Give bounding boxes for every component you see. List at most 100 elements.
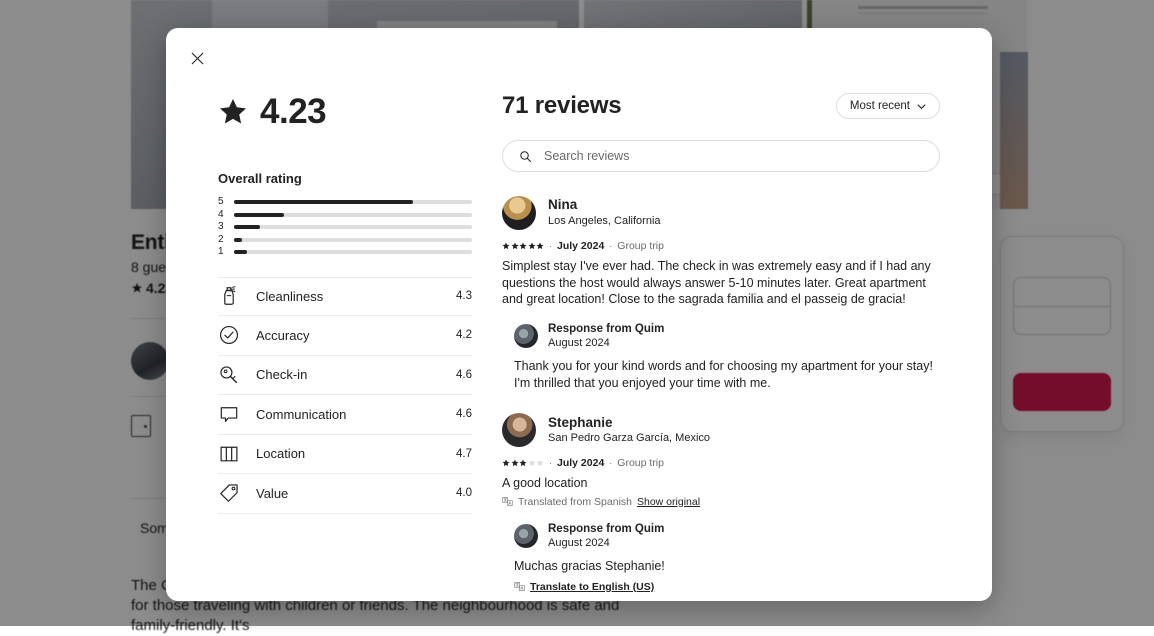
rating-bar-fill: [234, 238, 242, 242]
rating-distribution-bars: 54 3 2 1: [218, 196, 472, 259]
rating-bar-star-label: 4: [218, 210, 226, 220]
review-date: July 2024: [557, 457, 604, 469]
show-original-link[interactable]: Show original: [637, 496, 700, 508]
review-trip-type: Group trip: [617, 457, 664, 469]
star-icon: [536, 459, 544, 467]
host-response-text: Thank you for your kind words and for ch…: [514, 358, 940, 391]
category-rating-row: Check-in4.6: [218, 356, 472, 396]
search-reviews-field[interactable]: [502, 140, 940, 172]
category-rating-row: Value4.0: [218, 474, 472, 514]
rating-bar-row: 5: [218, 196, 472, 209]
category-rating-value: 4.7: [456, 448, 472, 460]
category-rating-name: Location: [256, 446, 456, 461]
reviewer-name: Nina: [548, 197, 661, 214]
translate-to-english-link[interactable]: Translate to English (US): [530, 581, 654, 593]
star-icon: [502, 459, 510, 467]
host-response-date: August 2024: [548, 536, 664, 550]
rating-bar-row: 2: [218, 234, 472, 247]
translate-icon: [502, 496, 513, 507]
chat-bubble-icon: [218, 403, 240, 425]
reviews-panel: 71 reviews Most recent NinaLos Angeles, …: [496, 80, 992, 601]
spray-bottle-icon: [218, 285, 240, 307]
translation-note-text: Translated from Spanish: [518, 496, 632, 508]
rating-bar-star-label: 3: [218, 222, 226, 232]
category-rating-value: 4.2: [456, 329, 472, 341]
host-avatar: [514, 324, 538, 348]
host-response: Response from QuimAugust 2024Muchas grac…: [514, 522, 940, 593]
check-circle-icon: [218, 324, 240, 346]
category-rating-row: Communication4.6: [218, 395, 472, 435]
reviews-modal: 4.23 Overall rating 54321 Cleanliness4.3…: [166, 28, 992, 601]
key-icon: [218, 364, 240, 386]
rating-bar-fill: [234, 250, 247, 254]
review-text: A good location: [502, 475, 932, 492]
rating-bar-fill: [234, 200, 413, 204]
overall-score-value: 4.23: [260, 94, 326, 129]
rating-bar-track: [234, 225, 472, 229]
star-icon: [511, 242, 519, 250]
chevron-down-icon: [917, 102, 926, 111]
category-rating-value: 4.6: [456, 369, 472, 381]
host-response-title: Response from Quim: [548, 522, 664, 536]
rating-bar-fill: [234, 225, 260, 229]
search-icon: [519, 150, 532, 163]
reviews-count: 71 reviews: [502, 92, 621, 120]
sort-dropdown-label: Most recent: [850, 100, 910, 112]
star-rating: [502, 242, 544, 250]
host-response-header: Response from QuimAugust 2024: [514, 322, 940, 351]
reviewer-location: Los Angeles, California: [548, 214, 661, 228]
rating-bar-track: [234, 213, 472, 217]
host-avatar: [514, 524, 538, 548]
category-rating-row: Location4.7: [218, 435, 472, 475]
star-icon: [502, 242, 510, 250]
reviewer-avatar: [502, 196, 536, 230]
host-response-title: Response from Quim: [548, 322, 664, 336]
review-meta: ·July 2024·Group trip: [502, 240, 940, 252]
review-item: StephanieSan Pedro Garza García, Mexico ·…: [502, 413, 940, 593]
translate-icon: [514, 581, 525, 592]
rating-bar-row: 4: [218, 209, 472, 222]
review-item: NinaLos Angeles, California·July 2024·Gr…: [502, 196, 940, 391]
reviewer-row: NinaLos Angeles, California: [502, 196, 940, 230]
host-response-date: August 2024: [548, 336, 664, 350]
meta-separator: ·: [549, 458, 552, 468]
close-icon: [191, 52, 204, 65]
rating-bar-row: 1: [218, 246, 472, 259]
star-icon: [218, 97, 248, 127]
category-ratings-list: Cleanliness4.3Accuracy4.2Check-in4.6Comm…: [218, 277, 472, 514]
rating-bar-row: 3: [218, 221, 472, 234]
close-button[interactable]: [182, 43, 212, 73]
search-input[interactable]: [542, 148, 923, 164]
host-response-header: Response from QuimAugust 2024: [514, 522, 940, 551]
rating-bar-star-label: 1: [218, 247, 226, 257]
category-rating-name: Check-in: [256, 367, 456, 382]
reviewer-row: StephanieSan Pedro Garza García, Mexico: [502, 413, 940, 447]
sort-dropdown-button[interactable]: Most recent: [836, 93, 940, 119]
rating-bar-star-label: 2: [218, 235, 226, 245]
rating-bar-track: [234, 238, 472, 242]
star-rating: [502, 459, 544, 467]
review-date: July 2024: [557, 240, 604, 252]
reviewer-avatar: [502, 413, 536, 447]
category-rating-name: Communication: [256, 407, 456, 422]
overall-rating-label: Overall rating: [218, 171, 472, 186]
tag-icon: [218, 482, 240, 504]
rating-bar-fill: [234, 213, 284, 217]
star-icon: [528, 459, 536, 467]
category-rating-value: 4.6: [456, 408, 472, 420]
translate-action[interactable]: Translate to English (US): [514, 581, 940, 593]
category-rating-row: Accuracy4.2: [218, 316, 472, 356]
review-text: Simplest stay I've ever had. The check i…: [502, 258, 932, 308]
category-rating-name: Accuracy: [256, 328, 456, 343]
reviewer-name: Stephanie: [548, 415, 710, 432]
reviewer-location: San Pedro Garza García, Mexico: [548, 431, 710, 445]
star-icon: [528, 242, 536, 250]
rating-bar-track: [234, 250, 472, 254]
star-icon: [519, 459, 527, 467]
meta-separator: ·: [549, 241, 552, 251]
category-rating-value: 4.3: [456, 290, 472, 302]
rating-bar-track: [234, 200, 472, 204]
reviews-header: 71 reviews Most recent: [502, 92, 940, 120]
star-icon: [536, 242, 544, 250]
review-meta: ·July 2024·Group trip: [502, 457, 940, 469]
